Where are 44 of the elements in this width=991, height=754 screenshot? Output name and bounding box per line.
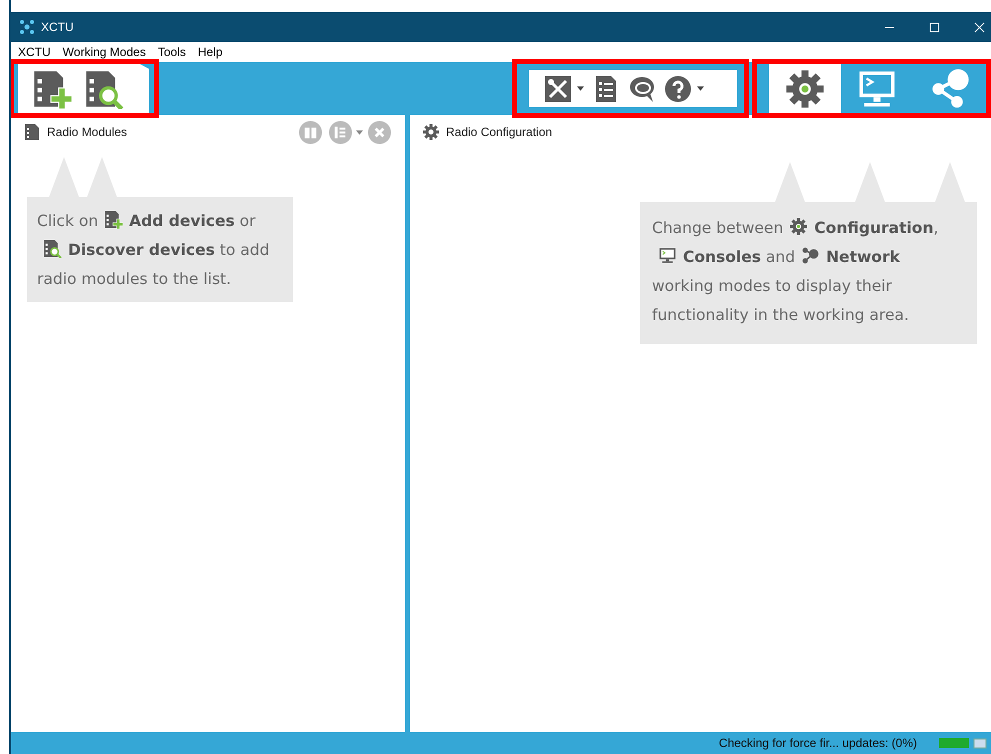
tip-text: functionality in the working area.	[652, 306, 909, 324]
tools-button[interactable]	[544, 74, 584, 102]
add-devices-button[interactable]	[32, 68, 72, 108]
network-icon	[801, 246, 820, 265]
menu-item[interactable]: XCTU	[18, 45, 51, 59]
help-icon	[664, 74, 692, 102]
help-button[interactable]	[664, 74, 704, 102]
maximize-icon[interactable]	[929, 22, 940, 32]
panel-title: Radio Configuration	[446, 125, 552, 139]
monitor-icon	[658, 246, 677, 265]
gear-icon	[789, 217, 808, 236]
caret-icon	[577, 86, 584, 91]
radio-module-icon	[23, 123, 41, 141]
caret-icon	[697, 86, 704, 91]
close-icon[interactable]	[974, 22, 985, 32]
status-text: Checking for force fir... updates: (0%)	[718, 736, 917, 750]
tip-text: Consoles and	[683, 248, 796, 266]
tip-text: working modes to display their	[652, 277, 892, 295]
caret-icon[interactable]	[356, 130, 363, 134]
gear-icon	[784, 68, 826, 110]
menu-item[interactable]: Working Modes	[62, 45, 146, 59]
add-device-icon	[32, 68, 72, 108]
gear-icon	[422, 123, 440, 141]
discover-devices-button[interactable]	[84, 68, 124, 108]
configuration-tab[interactable]	[769, 64, 842, 113]
tip-text: Click on	[37, 212, 98, 230]
panel-title: Radio Modules	[47, 125, 128, 139]
tools-icon	[544, 74, 572, 102]
tip-text: Change between	[652, 219, 784, 237]
tip-text: radio modules to the list.	[37, 270, 232, 288]
discover-device-icon	[43, 239, 62, 258]
tip-text: Network	[826, 248, 900, 266]
menu-item[interactable]: Tools	[158, 45, 186, 59]
tip-text: Add devices or	[129, 212, 256, 230]
discover-device-icon	[84, 68, 124, 108]
chat-button[interactable]	[628, 74, 656, 102]
add-device-icon	[104, 210, 124, 229]
window-title: XCTU	[41, 20, 74, 34]
tip-text: Discover devices to add	[68, 241, 270, 259]
tip-text: Configuration,	[814, 219, 938, 237]
app-logo-icon	[19, 19, 35, 35]
status-icon	[973, 736, 987, 750]
chat-icon	[628, 74, 656, 102]
menu-item[interactable]: Help	[198, 45, 223, 59]
